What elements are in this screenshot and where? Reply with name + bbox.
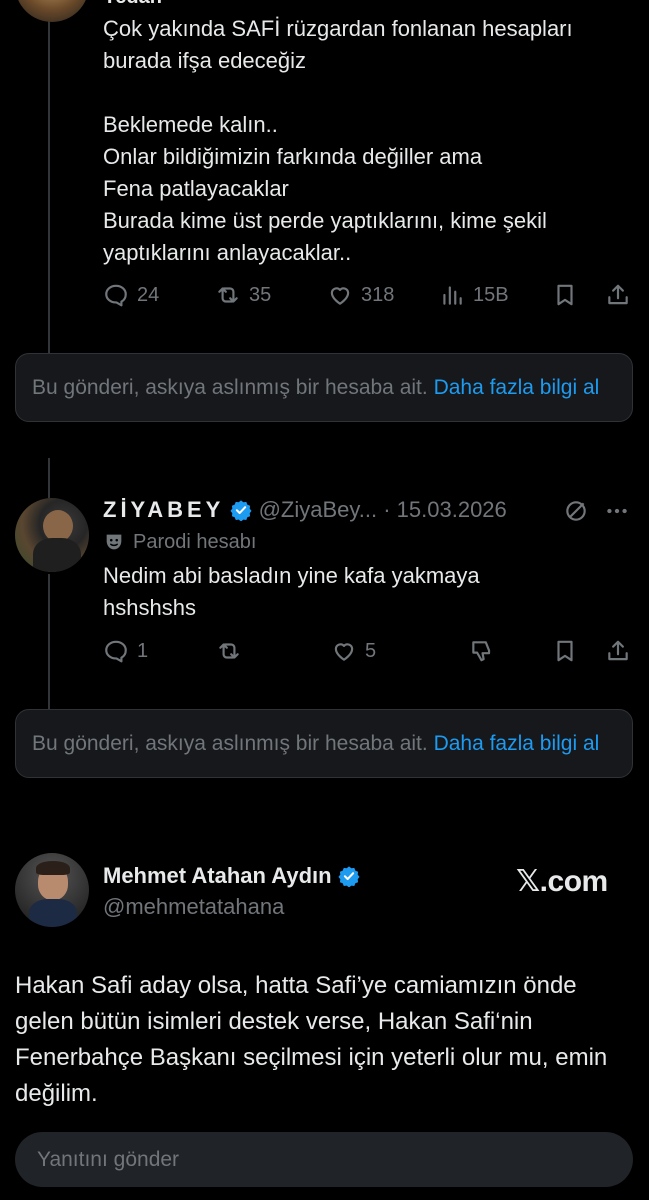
tweet-text: Nedim abi basladın yine kafa yakmaya hsh… <box>103 563 480 620</box>
theater-mask-icon <box>106 534 122 550</box>
tweet-date[interactable]: 15.03.2026 <box>397 497 507 522</box>
author-name[interactable]: Mehmet Atahan Aydın <box>103 863 332 888</box>
suspended-account-notice: Bu gönderi, askıya aslınmış bir hesaba a… <box>15 709 633 778</box>
verified-badge-icon <box>230 500 252 521</box>
repost-button[interactable]: 35 <box>215 277 271 313</box>
parody-text: Parodi hesabı <box>133 531 257 553</box>
reply-count: 1 <box>137 639 149 662</box>
reply-count: 24 <box>137 283 160 306</box>
views-button[interactable]: 15B <box>439 277 509 313</box>
separator-dot: · <box>383 497 391 522</box>
reply-icon <box>105 640 127 663</box>
no-entry-icon[interactable] <box>563 498 589 524</box>
tweet-text: Hakan Safi aday olsa, hatta Safi’ye cami… <box>15 972 608 1107</box>
thumbs-down-icon <box>472 641 491 662</box>
reply-composer[interactable] <box>15 1132 633 1187</box>
tweet-header: ZİYABEY @ZiyaBey... · 15.03.2026 <box>103 494 633 526</box>
author-name-partial: Yedan <box>103 0 162 9</box>
tweet-actions: 24 35 318 15B <box>103 277 633 313</box>
downvote-button[interactable] <box>469 633 495 669</box>
author-name[interactable]: ZİYABEY <box>103 497 224 522</box>
tweet-text: Çok yakında SAFİ rüzgardan fonlanan hesa… <box>103 16 573 265</box>
avatar[interactable] <box>15 0 89 22</box>
heart-icon <box>334 643 354 661</box>
learn-more-link[interactable]: Daha fazla bilgi al <box>434 732 600 755</box>
author-line: Mehmet Atahan Aydın <box>103 860 360 892</box>
thread-line <box>48 458 50 498</box>
bookmark-icon <box>557 640 573 662</box>
reply-input[interactable] <box>35 1146 613 1173</box>
avatar[interactable] <box>15 498 89 572</box>
tweet-actions: 1 5 <box>103 633 633 669</box>
parody-label: Parodi hesabı <box>103 527 256 557</box>
learn-more-link[interactable]: Daha fazla bilgi al <box>434 376 600 399</box>
repost-button[interactable] <box>216 633 242 669</box>
views-count: 15B <box>473 283 509 306</box>
views-icon <box>443 286 462 305</box>
reply-icon <box>105 284 127 307</box>
share-icon <box>608 284 628 305</box>
bookmark-button[interactable] <box>552 633 578 669</box>
author-handle[interactable]: @mehmetatahana <box>103 891 284 923</box>
repost-count: 35 <box>249 283 272 306</box>
heart-icon <box>330 287 350 305</box>
repost-icon <box>219 643 239 659</box>
like-count: 5 <box>365 639 377 662</box>
author-handle[interactable]: @ZiyaBey... <box>259 497 378 522</box>
notice-text: Bu gönderi, askıya aslınmış bir hesaba a… <box>32 376 428 399</box>
verified-badge-icon <box>338 866 360 887</box>
like-count: 318 <box>361 283 395 306</box>
like-button[interactable]: 318 <box>327 277 394 313</box>
more-options-icon[interactable] <box>604 498 630 524</box>
share-icon <box>608 640 628 661</box>
share-button[interactable] <box>605 277 631 313</box>
bookmark-icon <box>557 284 573 306</box>
x-com-watermark: 𝕏.com <box>516 865 608 898</box>
bookmark-button[interactable] <box>552 277 578 313</box>
reply-button[interactable]: 24 <box>103 277 159 313</box>
thread-line <box>48 574 50 709</box>
reply-button[interactable]: 1 <box>103 633 148 669</box>
suspended-account-notice: Bu gönderi, askıya aslınmış bir hesaba a… <box>15 353 633 422</box>
share-button[interactable] <box>605 633 631 669</box>
notice-text: Bu gönderi, askıya aslınmış bir hesaba a… <box>32 732 428 755</box>
thread-line <box>48 0 50 355</box>
avatar[interactable] <box>15 853 89 927</box>
repost-icon <box>218 287 238 303</box>
like-button[interactable]: 5 <box>331 633 376 669</box>
